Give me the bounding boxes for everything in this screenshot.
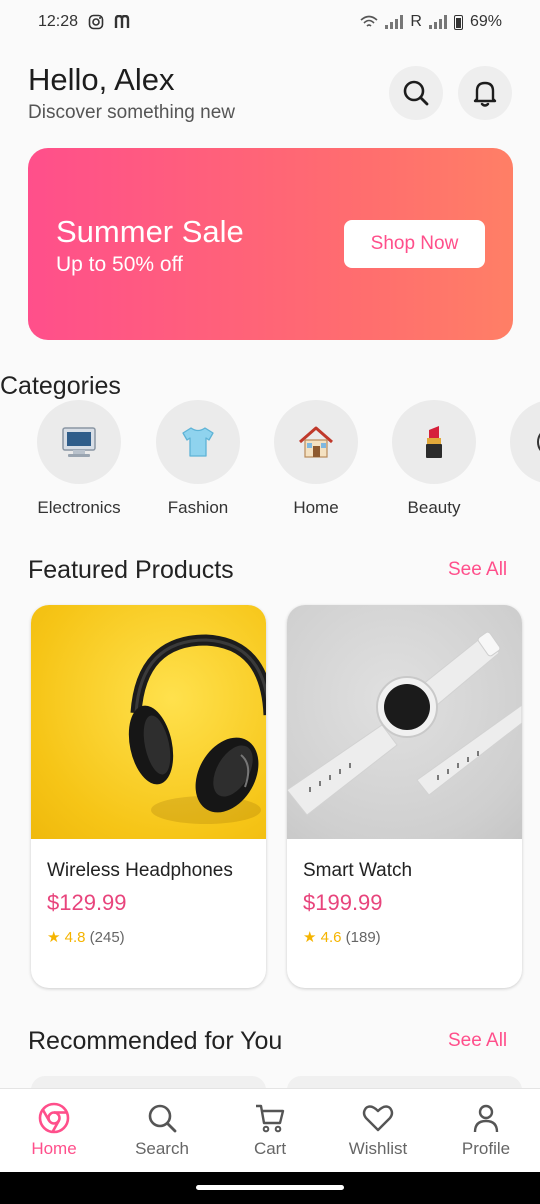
messenger-m-icon [114, 15, 130, 28]
system-gesture-bar [0, 1172, 540, 1204]
instagram-icon [88, 14, 104, 30]
lipstick-icon [426, 426, 442, 458]
home-icon [38, 1102, 70, 1134]
nav-profile[interactable]: Profile [432, 1089, 540, 1172]
nav-wishlist[interactable]: Wishlist [324, 1089, 432, 1172]
category-electronics[interactable]: Electronics [19, 400, 139, 518]
product-image [31, 605, 266, 839]
category-label: Beauty [407, 498, 461, 517]
recommended-title: Recommended for You [28, 1027, 283, 1055]
nav-label: Search [135, 1139, 189, 1158]
status-right: R 69% [360, 13, 502, 31]
review-count: (189) [345, 929, 381, 946]
star-icon: ★ [47, 929, 61, 946]
product-price: $199.99 [303, 890, 383, 915]
sports-icon [537, 433, 540, 451]
category-home[interactable]: Home [256, 400, 376, 518]
category-circle [510, 400, 540, 484]
cart-icon [256, 1104, 285, 1133]
product-name: Wireless Headphones [47, 860, 233, 881]
rating-value: 4.6 [320, 929, 342, 946]
product-info: Smart Watch $199.99 ★ 4.6 (189) [287, 839, 522, 946]
category-circle [156, 400, 240, 484]
bell-icon [473, 81, 497, 107]
categories-list: Electronics Fashion Home Beauty Sp [0, 400, 540, 520]
banner-subtitle: Up to 50% off [56, 253, 183, 276]
nav-label: Home [31, 1139, 77, 1158]
product-card-smart-watch[interactable]: Smart Watch $199.99 ★ 4.6 (189) [287, 605, 522, 988]
category-label: Home [293, 498, 339, 517]
signal-icon [385, 15, 404, 29]
tshirt-icon [182, 427, 214, 457]
status-left: 12:28 [38, 13, 132, 31]
category-label: Electronics [37, 498, 121, 517]
banner-title: Summer Sale [56, 214, 244, 249]
nav-cart[interactable]: Cart [216, 1089, 324, 1172]
product-card-headphones[interactable]: Wireless Headphones $129.99 ★ 4.8 (245) [31, 605, 266, 988]
house-icon [299, 426, 333, 458]
category-label: Fashion [167, 498, 229, 517]
product-info: Wireless Headphones $129.99 ★ 4.8 (245) [31, 839, 266, 946]
review-count: (245) [89, 929, 125, 946]
category-sports[interactable]: Sp [492, 400, 540, 518]
product-price: $129.99 [47, 890, 127, 915]
category-label: Sp [492, 498, 540, 518]
header: Hello, Alex Discover something new [28, 62, 513, 132]
smart-watch-image [287, 631, 522, 816]
heart-icon [362, 1105, 394, 1132]
category-beauty[interactable]: Beauty [374, 400, 494, 518]
nav-search[interactable]: Search [108, 1089, 216, 1172]
category-circle [274, 400, 358, 484]
recommended-see-all-link[interactable]: See All [448, 1030, 507, 1052]
computer-icon [62, 427, 96, 457]
signal-icon-2 [428, 15, 447, 29]
search-icon [148, 1104, 177, 1133]
status-bar: 12:28 R 69% [0, 0, 540, 44]
battery-icon [453, 14, 463, 30]
rating-value: 4.8 [64, 929, 86, 946]
bottom-navigation: Home Search Cart Wishlist Profile [0, 1088, 540, 1172]
nav-label: Wishlist [348, 1139, 408, 1158]
category-fashion[interactable]: Fashion [138, 400, 258, 518]
nav-label: Profile [461, 1139, 511, 1158]
gesture-handle[interactable] [196, 1185, 344, 1190]
product-image [287, 605, 522, 839]
categories-title: Categories [0, 372, 121, 400]
search-icon [403, 80, 429, 106]
product-rating: ★ 4.6 (189) [303, 928, 506, 946]
profile-icon [473, 1104, 499, 1133]
star-icon: ★ [303, 929, 317, 946]
featured-title: Featured Products [28, 556, 234, 584]
greeting-subtitle: Discover something new [28, 102, 235, 123]
featured-see-all-link[interactable]: See All [448, 559, 507, 581]
battery-level: 69% [469, 13, 502, 30]
nav-home[interactable]: Home [0, 1089, 108, 1172]
headphones-image [128, 634, 266, 824]
wifi-icon [360, 15, 378, 27]
status-time: 12:28 [38, 13, 79, 30]
shop-now-button[interactable]: Shop Now [344, 220, 485, 268]
carrier-mark: R [410, 13, 422, 30]
notifications-button[interactable] [458, 66, 512, 120]
product-name: Smart Watch [303, 860, 413, 881]
category-circle [37, 400, 121, 484]
promo-banner[interactable]: Summer Sale Up to 50% off Shop Now [28, 148, 513, 340]
nav-label: Cart [253, 1139, 287, 1158]
category-circle [392, 400, 476, 484]
product-rating: ★ 4.8 (245) [47, 928, 250, 946]
search-button[interactable] [389, 66, 443, 120]
